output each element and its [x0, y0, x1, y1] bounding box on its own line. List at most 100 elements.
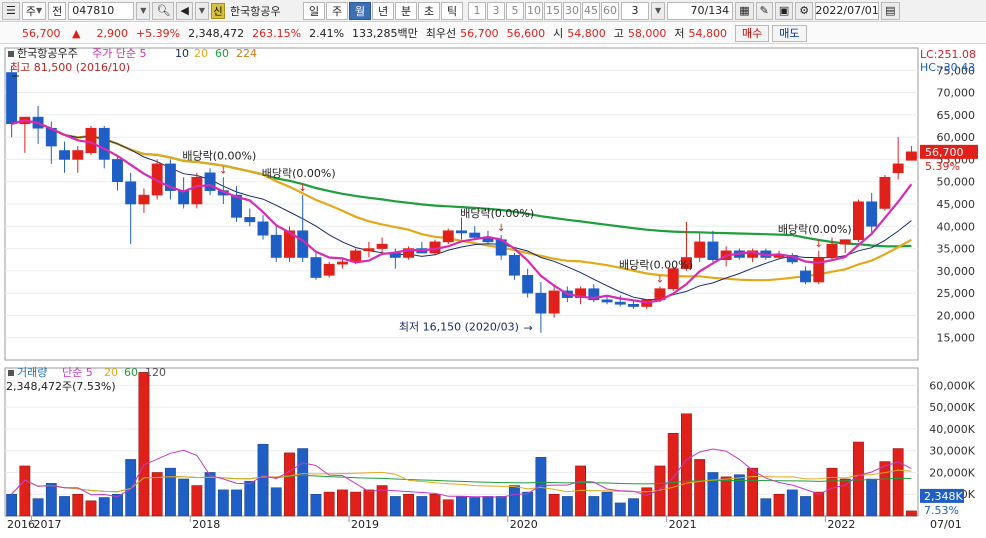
low-price: 54,800 — [688, 26, 728, 40]
count-display[interactable]: 70/134 — [667, 1, 734, 20]
period-tab[interactable]: 일 — [303, 1, 326, 20]
candle-body — [363, 248, 375, 252]
volume-bar — [707, 472, 719, 517]
interval-button[interactable]: 5 — [506, 1, 525, 20]
candle-body — [98, 127, 110, 160]
stock-code-input[interactable]: 047810 — [68, 1, 135, 20]
interval-button[interactable]: 60 — [601, 1, 620, 20]
date-input[interactable]: 2022/07/01 — [815, 1, 880, 20]
change-percent: +5.39% — [135, 26, 181, 40]
price-tick-label: 40,000 — [937, 220, 976, 233]
gear-icon[interactable]: ⚙ — [795, 1, 814, 20]
current-price: 56,700 ▲ — [22, 27, 88, 40]
volume-bar — [164, 467, 176, 517]
all-time-low-label: 최저 16,150 (2020/03) — [399, 321, 519, 334]
period-tab[interactable]: 년 — [372, 1, 395, 20]
year-tick-label: 2022 — [827, 518, 855, 531]
period-tab[interactable]: 주 — [326, 1, 349, 20]
volume-bar — [231, 489, 242, 517]
price-legend-item: 10 — [175, 47, 189, 60]
volume-bar — [270, 487, 282, 517]
volume-bar — [469, 497, 481, 517]
buy-button[interactable]: 매수 — [735, 24, 770, 42]
interval-button[interactable]: 10 — [525, 1, 544, 20]
option-dropdown-icon[interactable]: ▼ — [194, 1, 210, 20]
draw-tool-icon[interactable]: ✎ — [755, 1, 773, 20]
dividend-arrow-icon: ↓ — [299, 183, 307, 194]
dividend-label: 배당락(0.00%) — [460, 207, 534, 220]
last-date-label: 07/01 — [930, 518, 962, 531]
volume-bar — [892, 448, 904, 517]
grid-icon[interactable]: ▦ — [735, 1, 754, 20]
list-icon[interactable]: ☰ — [2, 1, 20, 20]
trade-volume: 2,348,472 — [188, 26, 245, 40]
volume-bar — [720, 476, 732, 517]
volume-ratio: 263.15% — [252, 26, 302, 40]
candle-body — [442, 230, 454, 243]
volume-bar — [151, 472, 163, 517]
volume-bar — [760, 498, 772, 517]
low-arrow-icon: → — [524, 322, 533, 335]
interval-button[interactable]: 1 — [468, 1, 487, 20]
code-dropdown-icon[interactable]: ▼ — [136, 1, 151, 20]
price-tick-label: 30,000 — [937, 265, 976, 278]
interval-button[interactable]: 15 — [544, 1, 563, 20]
count-dropdown-icon[interactable]: ▼ — [651, 1, 666, 20]
high-label: 고 — [613, 27, 624, 40]
volume-tick-label: 50,000K — [929, 401, 975, 414]
candle-body — [72, 150, 84, 160]
interval-button[interactable]: 45 — [582, 1, 601, 20]
candle-body — [667, 268, 679, 289]
candle-body — [6, 72, 18, 125]
price-value: 56,700 — [22, 26, 61, 40]
volume-bar — [310, 493, 322, 517]
dividend-arrow-icon: ↓ — [219, 165, 227, 176]
volume-bar — [905, 510, 917, 517]
type-button[interactable]: 전 — [48, 1, 67, 20]
volume-bar — [416, 496, 428, 517]
volume-bar — [284, 452, 295, 517]
period-tab[interactable]: 틱 — [441, 1, 464, 20]
candle-body — [839, 239, 851, 245]
volume-summary: 2,348,472주(7.53%) — [6, 380, 116, 393]
period-tab[interactable]: 월 — [349, 1, 372, 20]
toolbar: ☰ 주 ▼ 전 047810 ▼ 🔍︎ ◀︎ ▼ 신 한국항공우 일주월년분초틱 … — [0, 0, 986, 22]
dividend-arrow-icon: ↓ — [497, 223, 505, 234]
count-select[interactable]: 3 — [621, 1, 650, 20]
price-tick-label: 45,000 — [937, 198, 976, 211]
volume-bar — [614, 502, 626, 517]
period-tab[interactable]: 분 — [395, 1, 418, 20]
speaker-icon[interactable]: ◀︎ — [176, 1, 193, 20]
candle-body — [469, 232, 481, 238]
year-tick-label: 2017 — [33, 518, 61, 531]
volume-bar — [548, 493, 560, 517]
period-tab[interactable]: 초 — [418, 1, 441, 20]
interval-button[interactable]: 3 — [487, 1, 506, 20]
market-select[interactable]: 주 ▼ — [21, 1, 47, 20]
candle-body — [138, 194, 150, 205]
volume-bar — [429, 493, 441, 517]
candle-body — [548, 290, 560, 314]
volume-bar — [786, 489, 798, 517]
dividend-arrow-icon: ↓ — [656, 274, 664, 285]
candle-body — [866, 201, 878, 227]
search-icon[interactable]: 🔍︎ — [152, 1, 175, 20]
volume-bar — [667, 433, 679, 517]
volume-bar — [217, 489, 229, 517]
interval-button[interactable]: 30 — [563, 1, 582, 20]
volume-bar — [204, 472, 216, 517]
chart-area[interactable]: 75,00070,00065,00060,00055,00050,00045,0… — [0, 45, 986, 538]
volume-bar — [588, 496, 600, 517]
volume-bar — [694, 459, 706, 517]
save-icon[interactable]: ▣ — [774, 1, 794, 20]
candle-body — [244, 217, 256, 223]
sell-button[interactable]: 매도 — [772, 24, 807, 42]
candle-body — [892, 163, 904, 174]
price-tick-label: 35,000 — [937, 243, 976, 256]
candle-body — [694, 241, 706, 258]
volume-bar — [257, 443, 269, 517]
volume-legend-item: 60 — [124, 366, 138, 379]
trade-amount: 133,285백만 — [352, 27, 418, 40]
calendar-icon[interactable]: ▤ — [881, 1, 900, 20]
volume-bar — [495, 496, 507, 517]
